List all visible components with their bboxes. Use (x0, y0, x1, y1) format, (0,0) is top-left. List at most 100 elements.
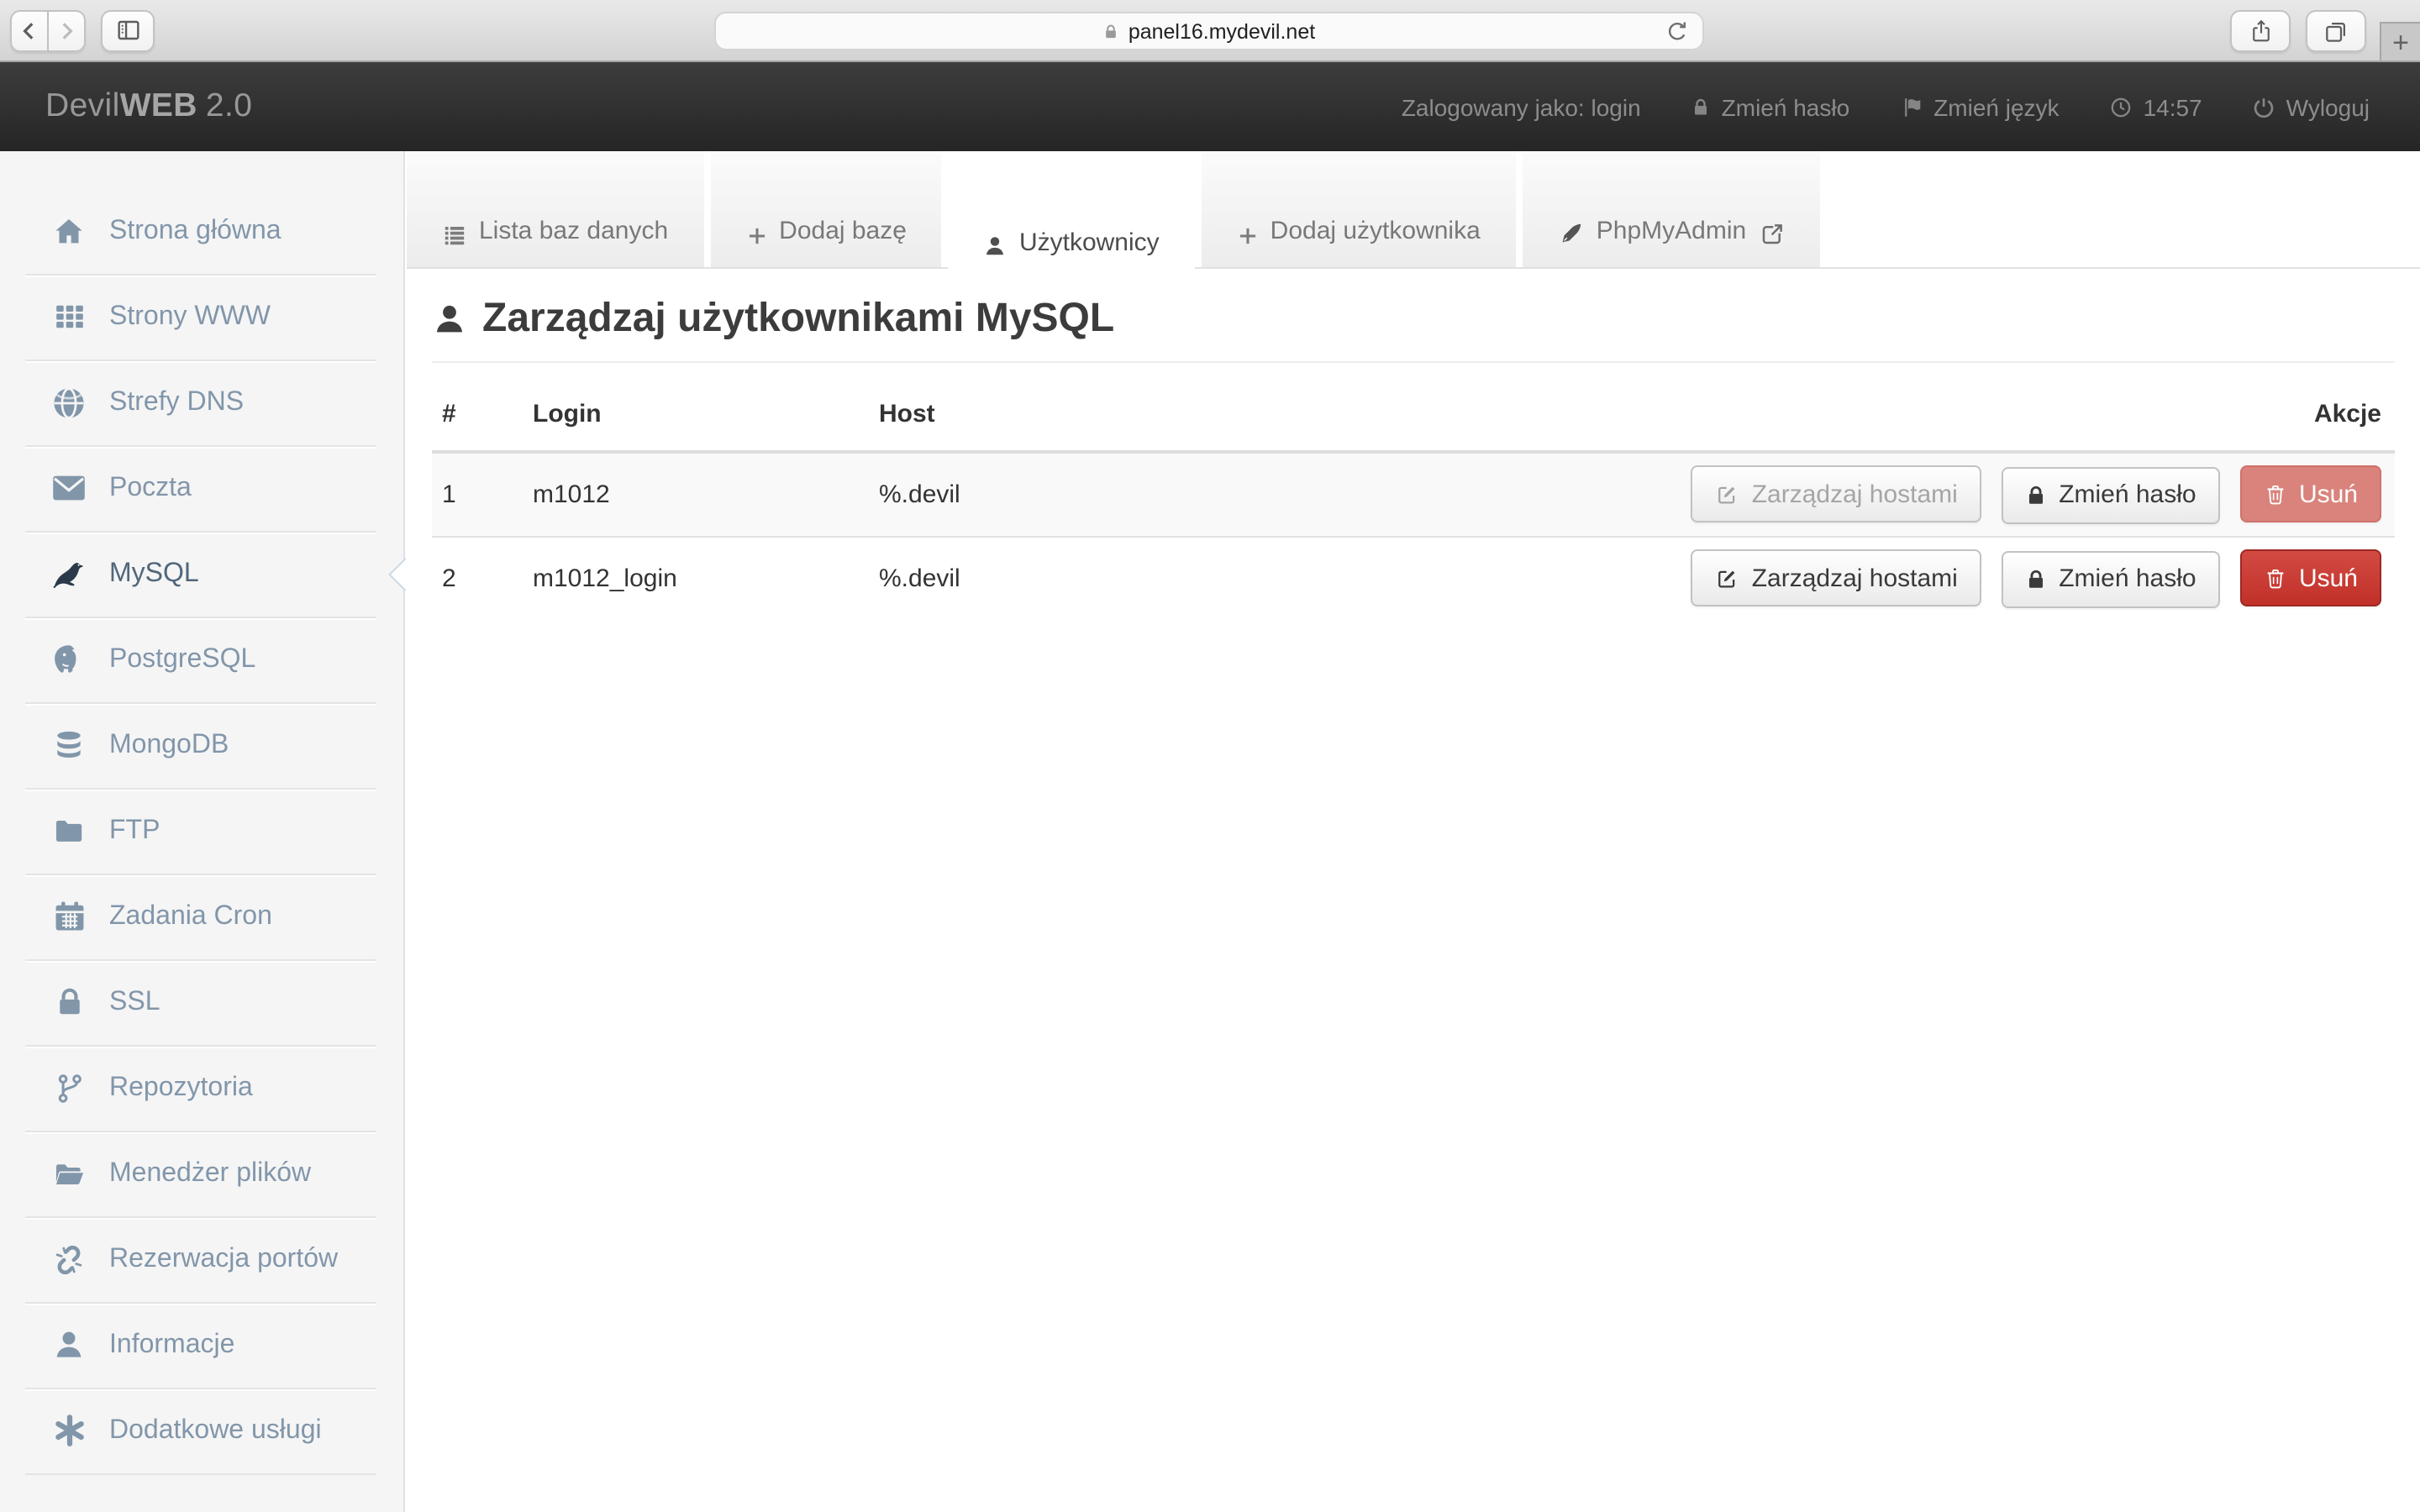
change-password-link[interactable]: Zmień hasło (1691, 93, 1850, 120)
sidebar-nav: Strona główna Strony WWW Strefy DNS Pocz… (0, 151, 405, 1512)
mysql-users-table: # Login Host Akcje 1 m1012 %.devil (432, 363, 2395, 620)
asterisk-icon (49, 1413, 89, 1448)
sidebar-item-label: Repozytoria (109, 1073, 253, 1103)
tab-dodaj-uzytkownika[interactable]: Dodaj użytkownika (1202, 151, 1516, 269)
row-actions: Zarządzaj hostami Zmień hasło Usuń (1678, 536, 2395, 620)
calendar-icon (49, 899, 89, 934)
sidebar-item-label: Strona główna (109, 216, 281, 246)
column-header-index: # (432, 363, 533, 452)
external-link-icon (1760, 222, 1785, 247)
back-icon (18, 18, 40, 43)
sidebar-item-informacje[interactable]: Informacje (0, 1302, 403, 1388)
sidebar-item-strona-glowna[interactable]: Strona główna (0, 188, 403, 274)
sidebar-item-label: Rezerwacja portów (109, 1244, 338, 1274)
sidebar-item-poczta[interactable]: Poczta (0, 445, 403, 531)
sidebar-item-label: Menedżer plików (109, 1158, 311, 1189)
row-host: %.devil (879, 452, 1678, 536)
sidebar-item-mongodb[interactable]: MongoDB (0, 702, 403, 788)
delete-button[interactable]: Usuń (2240, 549, 2381, 606)
change-language-link[interactable]: Zmień język (1900, 93, 2059, 120)
sidebar-item-label: SSL (109, 987, 160, 1017)
column-header-login: Login (533, 363, 879, 452)
sidebar-item-label: Strefy DNS (109, 387, 244, 417)
person-icon (984, 234, 1007, 259)
tab-phpmyadmin[interactable]: PhpMyAdmin (1523, 151, 1820, 269)
sidebar-item-dodatkowe-uslugi[interactable]: Dodatkowe usługi (0, 1388, 403, 1473)
globe-icon (49, 384, 89, 421)
sidebar-item-repozytoria[interactable]: Repozytoria (0, 1045, 403, 1131)
edit-icon (1715, 481, 1740, 507)
forward-button[interactable] (49, 9, 86, 51)
sidebar-item-ftp[interactable]: FTP (0, 788, 403, 874)
grid-icon (49, 301, 89, 333)
trash-icon (2264, 481, 2287, 507)
forward-icon (55, 18, 77, 43)
screen: panel16.mydevil.net + DevilWEB2.0 Zalogo… (0, 0, 2420, 1512)
share-button[interactable] (2230, 10, 2291, 52)
refresh-icon[interactable] (1664, 18, 1691, 50)
new-tab-icon: + (2392, 28, 2409, 56)
tab-lista-baz-danych[interactable]: Lista baz danych (407, 151, 703, 269)
address-bar[interactable]: panel16.mydevil.net (714, 12, 1704, 50)
row-login: m1012 (533, 452, 879, 536)
sidebar-toggle-button[interactable] (101, 9, 155, 51)
sidebar-item-mysql[interactable]: MySQL (0, 531, 403, 617)
delete-button[interactable]: Usuń (2240, 465, 2381, 522)
manage-hosts-button[interactable]: Zarządzaj hostami (1691, 549, 1981, 606)
clock-icon (2110, 95, 2133, 118)
clock-indicator: 14:57 (2110, 93, 2202, 120)
tab-overview-button[interactable] (2306, 10, 2366, 52)
postgresql-icon (49, 641, 89, 678)
tab-dodaj-baze[interactable]: Dodaj bazę (710, 151, 942, 269)
lock-icon (1691, 95, 1712, 118)
sidebar-item-label: Poczta (109, 473, 192, 503)
sidebar-item-postgresql[interactable]: PostgreSQL (0, 617, 403, 702)
row-host: %.devil (879, 536, 1678, 620)
sidebar-item-strony-www[interactable]: Strony WWW (0, 274, 403, 360)
mysql-users-panel: Zarządzaj użytkownikami MySQL # Login Ho… (407, 296, 2420, 620)
power-icon (2253, 95, 2276, 118)
sidebar-item-label: FTP (109, 816, 160, 846)
sidebar-item-label: Informacje (109, 1330, 234, 1360)
sidebar-item-label: Dodatkowe usługi (109, 1415, 322, 1446)
table-row: 2 m1012_login %.devil Zarządzaj hostami … (432, 536, 2395, 620)
folder-open-icon (49, 1158, 89, 1189)
mysql-tabs: Lista baz danych Dodaj bazę Użytkownicy … (407, 151, 2420, 269)
main-content: Lista baz danych Dodaj bazę Użytkownicy … (407, 151, 2420, 1512)
sidebar-item-ssl[interactable]: SSL (0, 959, 403, 1045)
envelope-icon (49, 474, 89, 502)
lock-icon (2025, 483, 2047, 507)
row-index: 1 (432, 452, 533, 536)
plus-icon (1237, 225, 1259, 247)
column-header-akcje: Akcje (1678, 363, 2395, 452)
sidebar-item-menedzer-plikow[interactable]: Menedżer plików (0, 1131, 403, 1216)
sidebar-item-rezerwacja-portow[interactable]: Rezerwacja portów (0, 1216, 403, 1302)
lock-icon (1103, 21, 1120, 41)
sidebar-item-zadania-cron[interactable]: Zadania Cron (0, 874, 403, 959)
change-password-button[interactable]: Zmień hasło (2002, 466, 2219, 523)
app-header: DevilWEB2.0 Zalogowany jako: login Zmień… (0, 62, 2420, 151)
new-tab-button[interactable]: + (2380, 22, 2420, 62)
lock-icon (2025, 567, 2047, 591)
manage-hosts-button[interactable]: Zarządzaj hostami (1691, 465, 1981, 522)
back-button[interactable] (10, 9, 49, 51)
tab-uzytkownicy[interactable]: Użytkownicy (949, 151, 1195, 281)
sidebar-toggle-icon (113, 17, 142, 44)
sidebar-item-label: Strony WWW (109, 302, 271, 332)
person-icon (432, 301, 467, 338)
tab-label: Użytkownicy (1019, 228, 1160, 257)
change-password-button[interactable]: Zmień hasło (2002, 550, 2219, 607)
git-branch-icon (49, 1069, 89, 1106)
table-row: 1 m1012 %.devil Zarządzaj hostami Zmień … (432, 452, 2395, 536)
sidebar-item-label: Zadania Cron (109, 901, 272, 932)
logout-link[interactable]: Wyloguj (2253, 93, 2370, 120)
table-header-row: # Login Host Akcje (432, 363, 2395, 452)
plus-icon (745, 225, 767, 247)
database-icon (49, 727, 89, 764)
sidebar-item-label: MongoDB (109, 730, 229, 760)
sidebar-item-strefy-dns[interactable]: Strefy DNS (0, 360, 403, 445)
browser-toolbar: panel16.mydevil.net + (0, 0, 2420, 62)
sidebar-item-label: PostgreSQL (109, 644, 255, 675)
chain-broken-icon (49, 1241, 89, 1278)
row-login: m1012_login (533, 536, 879, 620)
